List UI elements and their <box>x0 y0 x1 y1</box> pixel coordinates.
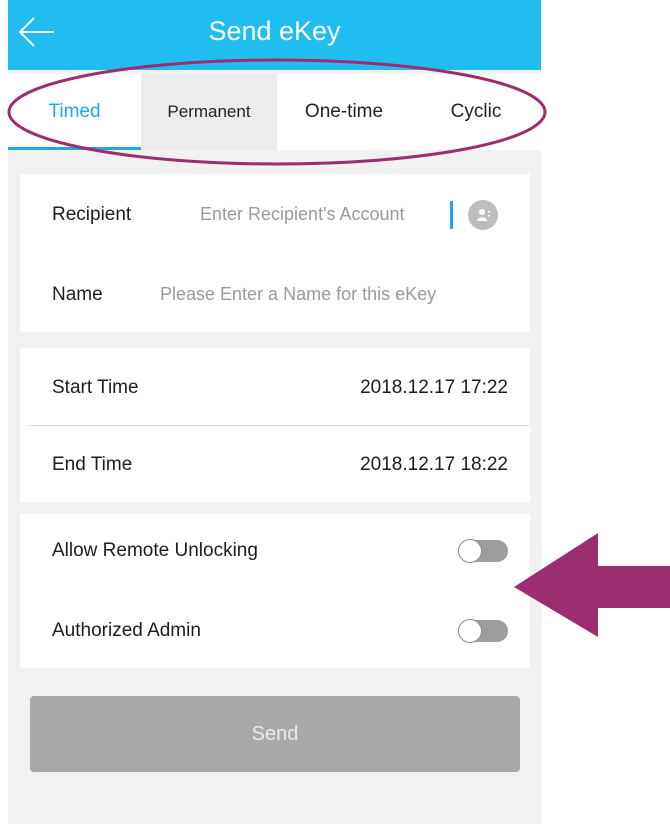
tab-cyclic[interactable]: Cyclic <box>411 74 541 150</box>
name-input[interactable]: Please Enter a Name for this eKey <box>160 284 436 305</box>
name-label: Name <box>52 284 103 305</box>
end-time-value: 2018.12.17 18:22 <box>360 454 508 475</box>
remote-unlock-label: Allow Remote Unlocking <box>52 540 258 561</box>
time-card: Start Time 2018.12.17 17:22 End Time 201… <box>20 348 530 502</box>
send-button[interactable]: Send <box>30 696 520 772</box>
recipient-card: Recipient Enter Recipient's Account Name… <box>20 174 530 332</box>
toggle-knob <box>458 539 482 563</box>
name-row: Name Please Enter a Name for this eKey <box>20 258 530 332</box>
active-tab-indicator <box>8 147 141 150</box>
remote-unlock-toggle[interactable] <box>458 539 508 563</box>
start-time-label: Start Time <box>52 377 139 398</box>
authorized-admin-label: Authorized Admin <box>52 620 201 641</box>
tab-label: Cyclic <box>450 101 502 122</box>
contact-book-icon <box>477 209 490 221</box>
start-time-row[interactable]: Start Time 2018.12.17 17:22 <box>20 351 530 425</box>
recipient-label: Recipient <box>52 204 132 225</box>
authorized-admin-row: Authorized Admin <box>20 594 530 668</box>
authorized-admin-toggle[interactable] <box>458 619 508 643</box>
tab-one-time[interactable]: One-time <box>277 74 411 150</box>
tab-label: Permanent <box>167 102 251 121</box>
start-time-value: 2018.12.17 17:22 <box>360 377 508 398</box>
recipient-input[interactable]: Enter Recipient's Account <box>200 204 405 225</box>
send-ekey-screen: Send eKey Timed Permanent One-time Cycli… <box>8 0 541 824</box>
end-time-row[interactable]: End Time 2018.12.17 18:22 <box>20 428 530 502</box>
ekey-type-tabs: Timed Permanent One-time Cyclic <box>8 74 541 150</box>
tab-label: Timed <box>48 101 101 122</box>
end-time-label: End Time <box>52 454 133 475</box>
recipient-row: Recipient Enter Recipient's Account <box>20 178 530 252</box>
contact-picker-button[interactable] <box>468 200 498 230</box>
divider <box>28 425 530 426</box>
tab-label: One-time <box>304 101 384 122</box>
tab-timed[interactable]: Timed <box>8 74 141 150</box>
remote-unlock-row: Allow Remote Unlocking <box>20 514 530 588</box>
tab-permanent[interactable]: Permanent <box>141 74 277 150</box>
options-card: Allow Remote Unlocking Authorized Admin <box>20 514 530 668</box>
app-bar: Send eKey <box>8 0 541 70</box>
text-cursor <box>450 201 453 229</box>
toggle-knob <box>458 619 482 643</box>
page-title: Send eKey <box>208 16 341 46</box>
